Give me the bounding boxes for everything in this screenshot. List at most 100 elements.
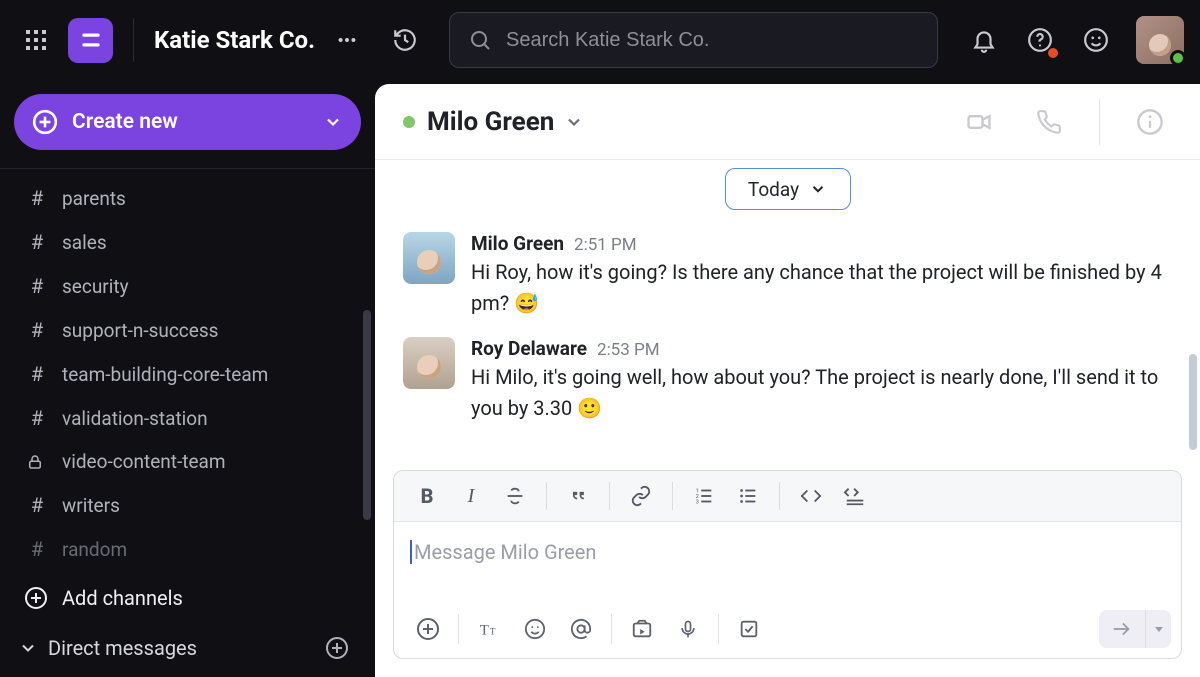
add-channels-button[interactable]: Add channels: [0, 576, 367, 620]
divider: [718, 614, 719, 644]
message-author: Roy Delaware: [471, 337, 587, 360]
channel-writers[interactable]: # writers: [0, 484, 367, 526]
divider: [546, 482, 547, 510]
search-icon: [468, 28, 492, 52]
emoji-picker-button[interactable]: [515, 611, 555, 647]
attach-button[interactable]: [408, 611, 448, 647]
create-new-label: Create new: [72, 110, 178, 134]
chevron-down-icon: [323, 112, 343, 132]
emoji-reactions-button[interactable]: [1074, 18, 1118, 62]
svg-text:3: 3: [696, 499, 699, 505]
add-channels-label: Add channels: [62, 586, 183, 610]
help-button[interactable]: [1018, 18, 1062, 62]
presence-indicator: [1170, 50, 1184, 64]
channel-video-content-team[interactable]: video-content-team: [0, 441, 367, 482]
format-codeblock-button[interactable]: [836, 479, 874, 513]
channel-security[interactable]: #security: [0, 265, 367, 307]
workspace-logo[interactable]: [68, 18, 113, 63]
shortcuts-button[interactable]: [729, 611, 769, 647]
channel-parents[interactable]: #parents: [0, 177, 367, 219]
composer: B I 123 Message Milo Gree: [393, 470, 1182, 659]
channel-random[interactable]: # random: [0, 528, 367, 570]
format-italic-button[interactable]: I: [452, 479, 490, 513]
message-time: 2:51 PM: [574, 235, 637, 255]
add-dm-button[interactable]: [325, 636, 349, 660]
search-input[interactable]: [506, 29, 919, 52]
workspace-menu-button[interactable]: [327, 20, 367, 60]
format-strike-button[interactable]: [496, 479, 534, 513]
channel-team-building-core-team[interactable]: #team-building-core-team: [0, 353, 367, 395]
channel-label: random: [62, 538, 127, 561]
notifications-button[interactable]: [962, 18, 1006, 62]
send-button[interactable]: [1099, 610, 1145, 648]
format-ordered-list-button[interactable]: 123: [685, 479, 723, 513]
channel-label: security: [62, 275, 129, 298]
message-input-placeholder: Message Milo Green: [410, 540, 596, 564]
plus-circle-icon: [32, 109, 58, 135]
svg-text:T: T: [480, 623, 489, 639]
chat-info-button[interactable]: [1128, 100, 1172, 144]
channel-support-n-success[interactable]: # support-n-success: [0, 309, 367, 351]
record-audio-button[interactable]: [668, 611, 708, 647]
format-code-button[interactable]: [792, 479, 830, 513]
chat-title-dropdown[interactable]: [564, 112, 584, 132]
channel-list: #parents #sales #security #support-n-suc…: [0, 177, 375, 620]
format-toolbar: B I 123: [394, 471, 1181, 522]
format-bullet-list-button[interactable]: [729, 479, 767, 513]
workspace-name[interactable]: Katie Stark Co.: [154, 26, 315, 54]
composer-bottom-toolbar: TT: [394, 604, 1181, 658]
lock-icon: [26, 453, 48, 471]
hash-icon: #: [26, 362, 48, 386]
date-divider-label: Today: [748, 178, 799, 201]
channel-label: support-n-success: [62, 319, 218, 342]
date-divider[interactable]: Today: [725, 168, 851, 210]
chat-scrollbar[interactable]: [1189, 354, 1197, 450]
hash-icon: #: [26, 537, 48, 561]
chat-header: Milo Green: [375, 84, 1200, 160]
channel-label: writers: [62, 494, 120, 517]
divider: [0, 168, 375, 169]
audio-call-button[interactable]: [1027, 100, 1071, 144]
search-bar[interactable]: [449, 12, 938, 68]
record-video-button[interactable]: [622, 611, 662, 647]
format-link-button[interactable]: [622, 479, 660, 513]
hash-icon: #: [26, 493, 48, 517]
channel-label: validation-station: [62, 407, 208, 430]
create-new-button[interactable]: Create new: [14, 94, 361, 150]
video-call-button[interactable]: [957, 100, 1001, 144]
message-time: 2:53 PM: [597, 340, 660, 360]
avatar-roy[interactable]: [403, 337, 455, 389]
chat-body[interactable]: Today Milo Green 2:51 PM Hi Roy, how it'…: [375, 160, 1200, 470]
user-avatar[interactable]: [1136, 16, 1184, 64]
dm-header-label: Direct messages: [48, 636, 197, 660]
chat-title[interactable]: Milo Green: [427, 107, 554, 137]
send-options-button[interactable]: [1145, 610, 1171, 648]
avatar-milo[interactable]: [403, 232, 455, 284]
mention-button[interactable]: [561, 611, 601, 647]
chevron-down-icon: [809, 180, 827, 198]
format-quote-button[interactable]: [559, 479, 597, 513]
divider: [779, 482, 780, 510]
channel-sales[interactable]: #sales: [0, 221, 367, 263]
message-text: Hi Milo, it's going well, how about you?…: [471, 362, 1172, 424]
format-bold-button[interactable]: B: [408, 479, 446, 513]
message-item[interactable]: Roy Delaware 2:53 PM Hi Milo, it's going…: [403, 337, 1172, 424]
divider: [1099, 99, 1100, 145]
message-input[interactable]: Message Milo Green: [394, 522, 1181, 604]
hash-icon: #: [26, 318, 48, 342]
divider: [133, 18, 134, 62]
message-item[interactable]: Milo Green 2:51 PM Hi Roy, how it's goin…: [403, 232, 1172, 319]
hash-icon: #: [26, 230, 48, 254]
message-text: Hi Roy, how it's going? Is there any cha…: [471, 257, 1172, 319]
direct-messages-header[interactable]: Direct messages: [0, 620, 375, 660]
toggle-formatting-button[interactable]: TT: [469, 611, 509, 647]
history-button[interactable]: [385, 20, 425, 60]
divider: [458, 614, 459, 644]
sidebar-scrollbar[interactable]: [363, 310, 371, 520]
app-launcher-button[interactable]: [16, 20, 56, 60]
plus-circle-icon: [24, 586, 48, 610]
channel-label: parents: [62, 187, 126, 210]
chevron-down-icon: [18, 638, 38, 658]
channel-validation-station[interactable]: #validation-station: [0, 397, 367, 439]
presence-dot: [403, 116, 415, 128]
